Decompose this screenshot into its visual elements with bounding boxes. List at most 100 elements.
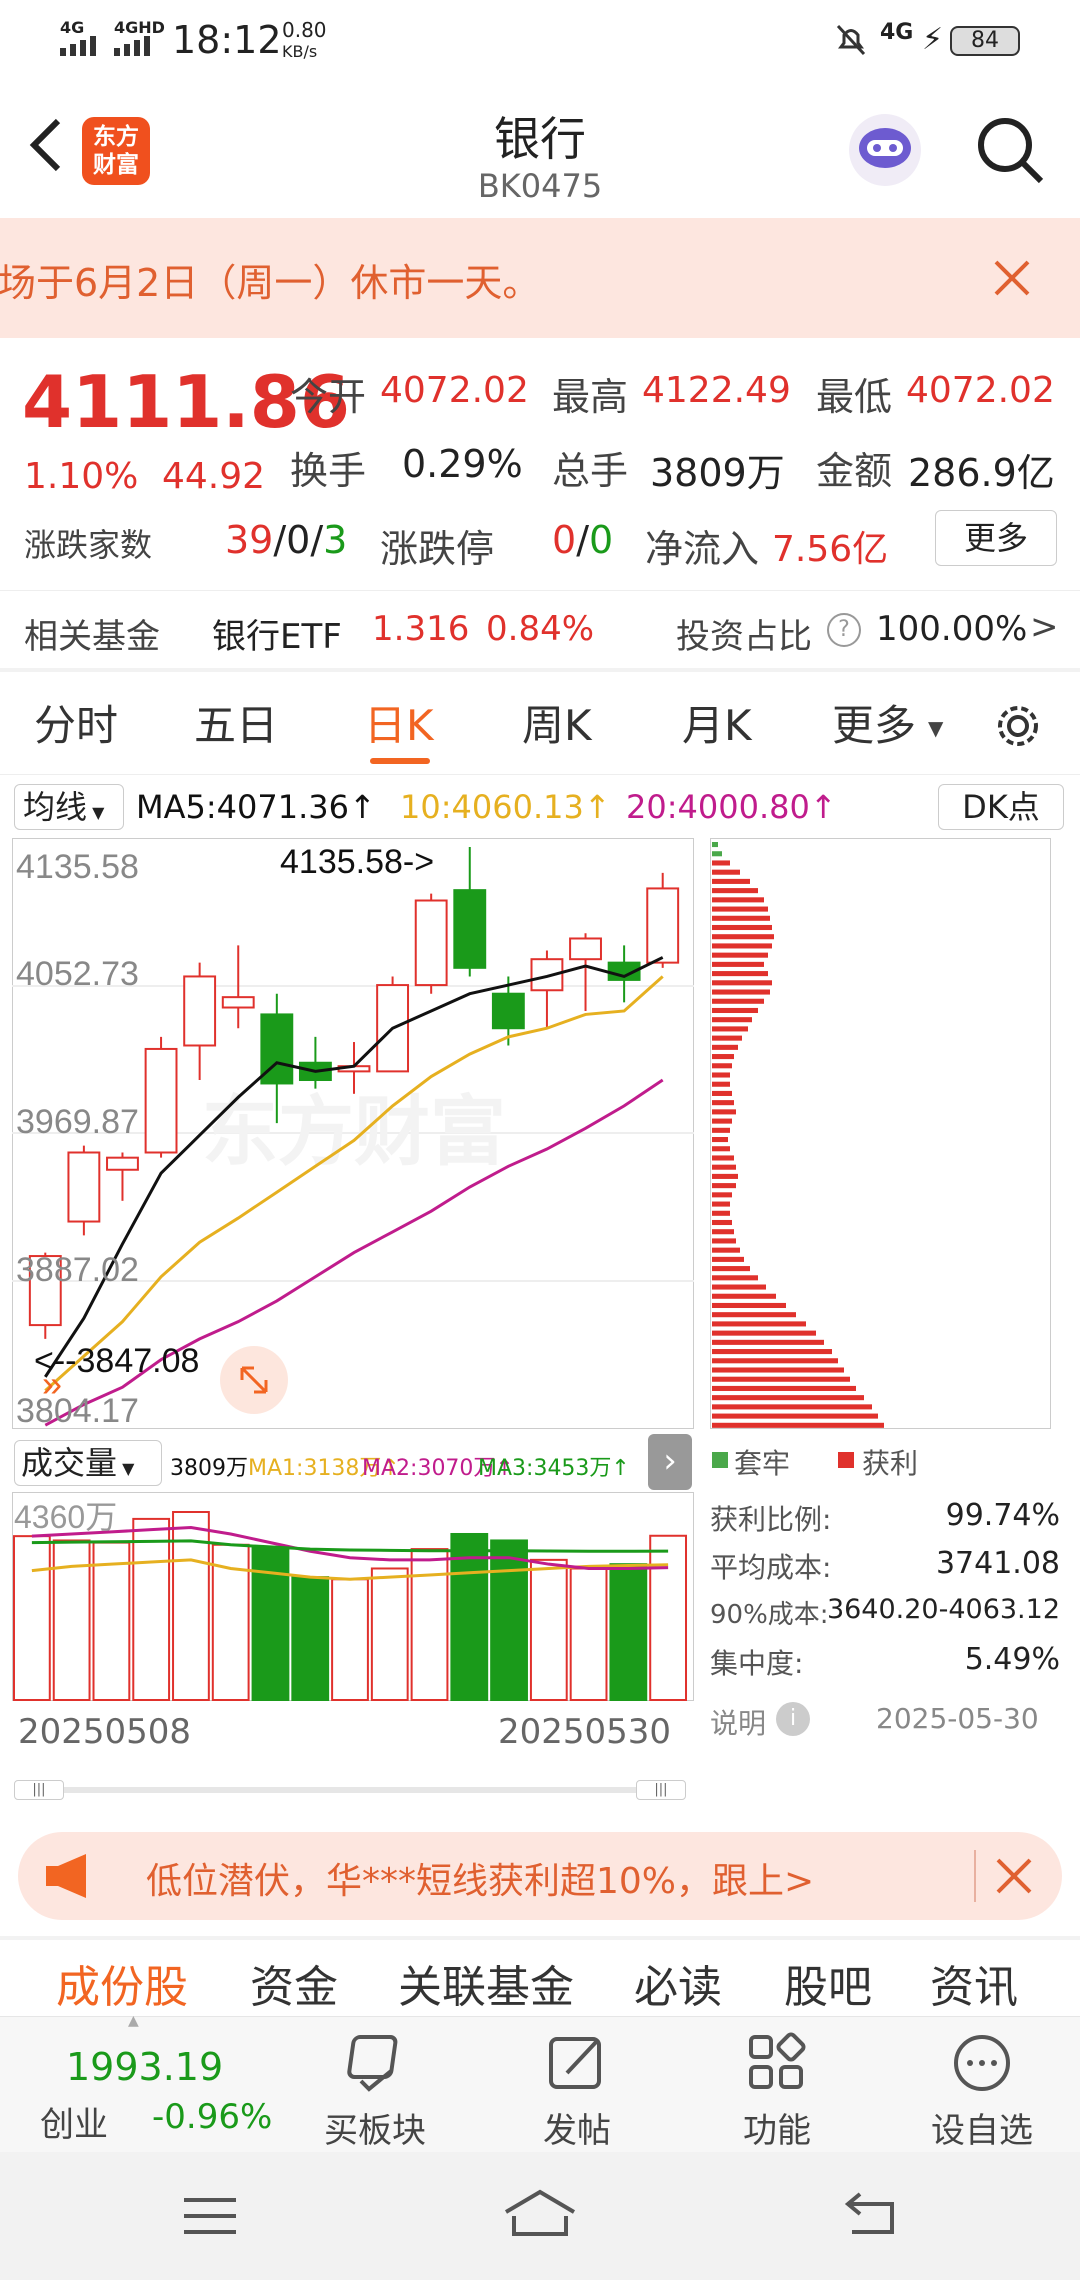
chip-bar [712, 897, 764, 903]
chip-bar [712, 1127, 730, 1133]
mute-bell-icon [835, 22, 867, 56]
stat-value: 99.74% [945, 1498, 1060, 1533]
stat-label: 获利比例: [710, 1503, 832, 1536]
amount-label: 金额 [816, 449, 893, 493]
limit-label: 涨跌停 [380, 527, 495, 571]
close-icon[interactable] [990, 256, 1034, 300]
stat-value: 5.49% [964, 1642, 1060, 1677]
chip-bar [712, 980, 772, 986]
chip-bar [712, 915, 770, 921]
limit-value: 0/0 [552, 518, 614, 562]
back-icon[interactable] [20, 115, 70, 175]
volume-bar [370, 1567, 409, 1701]
chip-date: 2025-05-30 [876, 1702, 1039, 1735]
network-4g-label-2: 4G [880, 20, 914, 45]
chip-bar [712, 1302, 786, 1309]
high-annotation: 4135.58-> [280, 843, 434, 881]
range-handle-right[interactable]: ||| [636, 1780, 686, 1800]
close-icon[interactable] [994, 1856, 1034, 1896]
divider [0, 774, 1080, 775]
chip-bar [712, 1090, 732, 1096]
home-icon[interactable] [500, 2188, 580, 2240]
chip-bar [712, 1238, 736, 1244]
candle-down [453, 889, 487, 969]
fund-label: 相关基金 [24, 617, 160, 657]
vol-ma3: MA3:3453万↑ [478, 1456, 630, 1481]
functions-button[interactable]: 功能 [712, 2017, 842, 2153]
post-icon [549, 2037, 601, 2089]
chip-bar [712, 1146, 730, 1152]
add-watchlist-button[interactable]: 设自选 [912, 2017, 1052, 2153]
amount-value: 286.9亿 [908, 451, 1055, 495]
post-button[interactable]: 发帖 [512, 2017, 642, 2153]
chip-distribution-chart [710, 838, 1051, 1429]
chip-bar [712, 924, 772, 931]
chip-bar [712, 934, 774, 940]
volume-bar [569, 1567, 608, 1701]
chip-bar [712, 1293, 776, 1299]
menu-icon[interactable] [180, 2194, 240, 2238]
dk-point-button[interactable]: DK点 [938, 784, 1064, 830]
chip-bar [712, 1035, 742, 1041]
kline-chart[interactable]: 东方财富 4135.58 4052.73 3969.87 3887.02 380… [12, 838, 694, 1430]
fund-name: 银行ETF [212, 617, 342, 657]
dropdown-icon: ▼ [928, 716, 944, 740]
index-ticker[interactable]: 1993.19 创业 -0.96% [0, 2017, 300, 2153]
notice-banner[interactable]: 市场于6月2日（周一）休市一天。 [0, 218, 1080, 338]
app-logo[interactable]: 东方 财富 [82, 117, 150, 185]
chip-bar [712, 888, 758, 894]
tab-weekly-k[interactable]: 周K [522, 678, 592, 773]
chip-bar [712, 1118, 732, 1124]
tab-monthly-k[interactable]: 月K [682, 678, 752, 773]
chip-bar [712, 952, 768, 958]
chip-bar [712, 1330, 816, 1336]
grid-icon [749, 2032, 806, 2089]
chip-bar [712, 1358, 838, 1364]
related-fund-row[interactable]: 相关基金 银行ETF 1.316 0.84% 投资占比 ? 100.00% > [0, 595, 1080, 665]
chip-bar [712, 1210, 730, 1216]
header: 东方 财富 银行 BK0475 [0, 85, 1080, 215]
breadth-value: 39/0/3 [225, 518, 348, 562]
volume-bar [132, 1517, 171, 1702]
range-scrollbar[interactable]: ||| ||| [14, 1780, 686, 1800]
notice-text: 市场于6月2日（周一）休市一天。 [0, 261, 541, 305]
tab-fenshi[interactable]: 分时 [34, 678, 118, 773]
chip-bar [712, 1072, 730, 1078]
volume-selector[interactable]: 成交量 ▼ [14, 1440, 162, 1486]
promo-banner[interactable]: 低位潜伏，华***短线获利超10%，跟上> [18, 1832, 1062, 1920]
candle-up [414, 899, 448, 987]
ratio-value: 100.00% [876, 609, 1028, 649]
settings-gear-icon[interactable] [990, 698, 1046, 754]
chip-bar [712, 1173, 738, 1179]
divider [0, 590, 1080, 591]
tab-wuri[interactable]: 五日 [194, 678, 278, 773]
stat-value: 3741.08 [935, 1546, 1060, 1581]
help-icon[interactable]: ? [827, 613, 861, 647]
chip-bar [712, 1063, 732, 1069]
search-icon[interactable] [975, 115, 1045, 185]
chip-bar [712, 1312, 796, 1318]
collapse-arrows-icon[interactable]: » [42, 1363, 62, 1404]
divider [0, 668, 1080, 672]
high-value: 4122.49 [642, 370, 791, 411]
volume-label: 总手 [552, 449, 629, 493]
quote-panel: 4111.86 1.10% 44.92 今开 4072.02 最高 4122.4… [0, 338, 1080, 588]
robot-assistant-icon[interactable] [845, 110, 925, 190]
info-icon[interactable]: i [776, 1702, 810, 1736]
buy-board-button[interactable]: 买板块 [310, 2017, 440, 2153]
chip-bar [712, 1017, 752, 1023]
promo-text: 低位潜伏，华***短线获利超10%，跟上> [146, 1861, 815, 1902]
back-nav-icon[interactable] [840, 2192, 900, 2238]
tab-more[interactable]: 更多 [832, 678, 916, 773]
expand-panel-icon[interactable]: › [648, 1434, 692, 1490]
index-value: 1993.19 [66, 2045, 224, 2089]
more-button[interactable]: 更多 [935, 510, 1057, 566]
chip-bar [712, 1044, 738, 1050]
candle-up [221, 996, 255, 1009]
chip-bar [712, 1422, 884, 1428]
range-handle-left[interactable]: ||| [14, 1780, 64, 1800]
stat-label: 平均成本: [710, 1551, 832, 1584]
ma-selector[interactable]: 均线 ▼ [14, 784, 124, 830]
watermark: 东方财富 [202, 1090, 506, 1175]
index-name: 创业 [40, 2105, 108, 2145]
